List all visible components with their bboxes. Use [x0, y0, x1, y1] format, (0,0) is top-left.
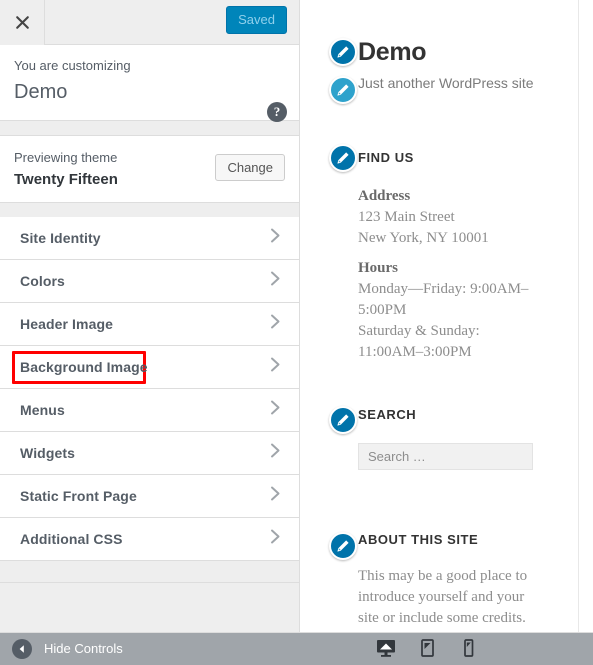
- customizing-label: You are customizing: [14, 58, 131, 73]
- edit-about-widget-pencil-icon[interactable]: [329, 532, 357, 560]
- sidebar-item-widgets[interactable]: Widgets: [0, 432, 299, 475]
- device-preview-switcher: [375, 638, 593, 660]
- edit-site-title-pencil-icon[interactable]: [329, 38, 357, 66]
- chevron-right-icon: [270, 314, 281, 335]
- hours-line-2: Saturday & Sunday: 11:00AM–3:00PM: [358, 323, 480, 360]
- sidebar-gap-strip-2: [0, 203, 299, 217]
- address-line-2: New York, NY 10001: [358, 230, 489, 246]
- hide-controls-label: Hide Controls: [44, 641, 123, 656]
- chevron-right-icon: [270, 228, 281, 249]
- sidebar-empty-area: [0, 582, 299, 632]
- preview-content: Demo Just another WordPress site FIND US…: [300, 0, 579, 632]
- customizer-header-bar: Saved: [0, 0, 299, 45]
- address-line-1: 123 Main Street: [358, 209, 455, 225]
- section-label: Colors: [20, 273, 65, 289]
- section-label: Widgets: [20, 445, 76, 461]
- customizer-footer-bar: Hide Controls: [0, 632, 593, 665]
- chevron-right-icon: [270, 486, 281, 507]
- sidebar-item-additional-css[interactable]: Additional CSS: [0, 518, 299, 561]
- widget-body-about: This may be a good place to introduce yo…: [358, 568, 528, 626]
- sidebar-item-header-image[interactable]: Header Image: [0, 303, 299, 346]
- chevron-right-icon: [270, 271, 281, 292]
- edit-tagline-pencil-icon[interactable]: [329, 76, 357, 104]
- save-button[interactable]: Saved: [226, 6, 287, 34]
- section-label: Menus: [20, 402, 65, 418]
- sidebar-item-static-front-page[interactable]: Static Front Page: [0, 475, 299, 518]
- preview-site-title: Demo: [358, 38, 427, 66]
- widget-title-find-us: FIND US: [358, 150, 414, 165]
- preview-site-tagline: Just another WordPress site: [358, 75, 534, 91]
- tablet-preview-icon[interactable]: [416, 638, 438, 660]
- edit-search-widget-pencil-icon[interactable]: [329, 406, 357, 434]
- customizer-section-list: Site Identity Colors Header Image Backgr…: [0, 217, 299, 561]
- sidebar-item-site-identity[interactable]: Site Identity: [0, 217, 299, 260]
- close-customizer-button[interactable]: [0, 0, 45, 45]
- sidebar-item-colors[interactable]: Colors: [0, 260, 299, 303]
- hours-line-1: Monday—Friday: 9:00AM–5:00PM: [358, 281, 529, 318]
- wordpress-customizer-screen: Saved You are customizing Demo ? Preview…: [0, 0, 593, 665]
- widget-title-search: SEARCH: [358, 407, 417, 422]
- close-x-icon: [15, 15, 30, 30]
- section-label: Site Identity: [20, 230, 101, 246]
- widget-body-address: Address 123 Main Street New York, NY 100…: [358, 186, 548, 249]
- search-input[interactable]: [358, 443, 533, 470]
- chevron-right-icon: [270, 357, 281, 378]
- sidebar-item-background-image[interactable]: Background Image: [0, 346, 299, 389]
- mobile-preview-icon[interactable]: [457, 638, 479, 660]
- collapse-left-arrow-icon: [12, 639, 32, 659]
- chevron-right-icon: [270, 529, 281, 550]
- hours-heading: Hours: [358, 260, 399, 276]
- help-question-icon[interactable]: ?: [267, 102, 287, 122]
- customizer-sidebar: Saved You are customizing Demo ? Preview…: [0, 0, 300, 665]
- change-theme-button[interactable]: Change: [215, 154, 285, 181]
- widget-title-about: ABOUT THIS SITE: [358, 532, 479, 547]
- customizing-site-name: Demo: [14, 81, 68, 103]
- theme-preview-row: Previewing theme Twenty Fifteen Change: [0, 135, 299, 203]
- site-preview-pane: Demo Just another WordPress site FIND US…: [300, 0, 593, 632]
- sidebar-item-menus[interactable]: Menus: [0, 389, 299, 432]
- chevron-right-icon: [270, 400, 281, 421]
- hide-controls-button[interactable]: Hide Controls: [0, 639, 123, 659]
- section-label: Static Front Page: [20, 488, 137, 504]
- widget-body-hours: Hours Monday—Friday: 9:00AM–5:00PM Satur…: [358, 258, 548, 363]
- edit-find-us-widget-pencil-icon[interactable]: [329, 144, 357, 172]
- address-heading: Address: [358, 188, 411, 204]
- section-label: Additional CSS: [20, 531, 123, 547]
- customizing-info-panel: You are customizing Demo ?: [0, 45, 299, 122]
- section-label: Header Image: [20, 316, 114, 332]
- section-label: Background Image: [20, 359, 148, 375]
- sidebar-gap-strip: [0, 121, 299, 135]
- desktop-preview-icon[interactable]: [375, 638, 397, 660]
- chevron-right-icon: [270, 443, 281, 464]
